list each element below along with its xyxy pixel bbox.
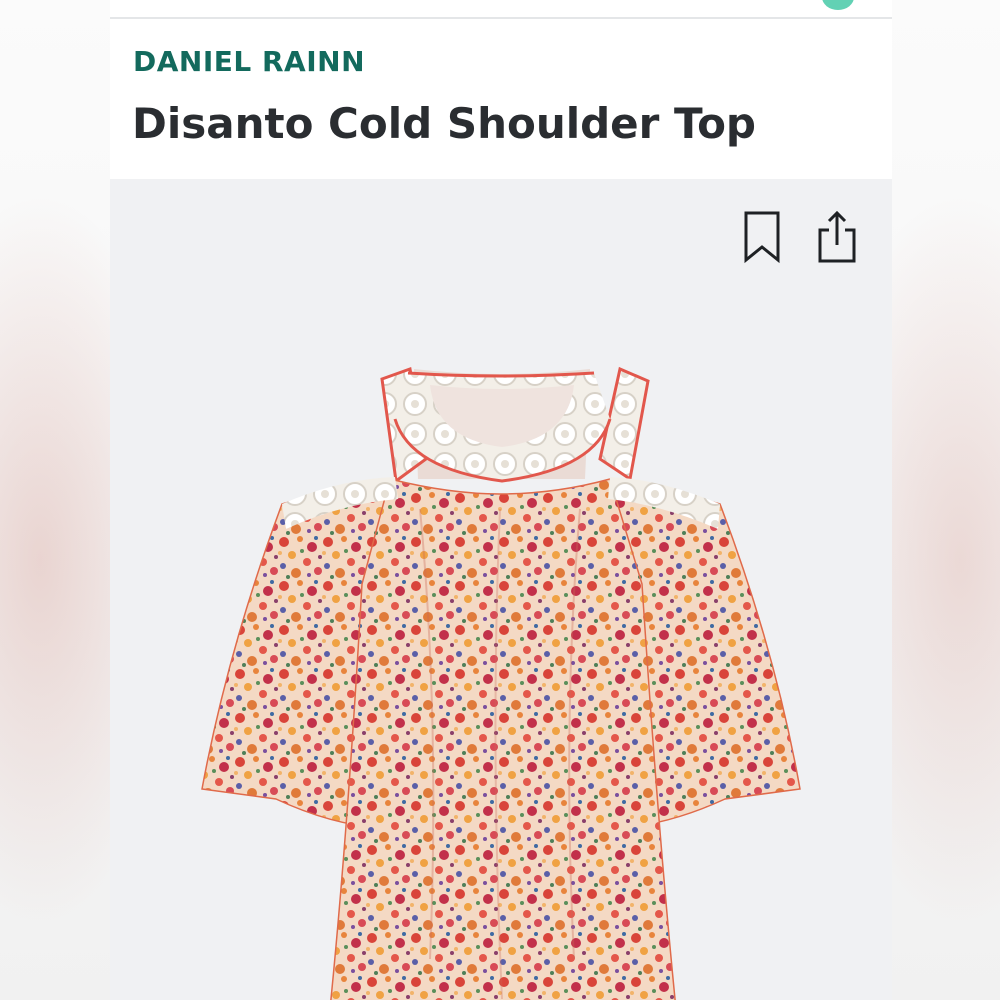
product-title: Disanto Cold Shoulder Top — [132, 99, 756, 148]
accent-dot-icon[interactable] — [822, 0, 854, 10]
share-icon — [818, 210, 856, 263]
product-header: DANIEL RAINN Disanto Cold Shoulder Top — [110, 19, 892, 179]
bookmark-icon — [744, 211, 780, 264]
product-photo[interactable] — [110, 179, 892, 1000]
brand-name[interactable]: DANIEL RAINN — [133, 45, 365, 78]
bookmark-button[interactable] — [738, 209, 786, 265]
floral-top-image — [201, 366, 801, 1000]
product-screen: DANIEL RAINN Disanto Cold Shoulder Top — [110, 0, 892, 1000]
share-button[interactable] — [813, 209, 861, 265]
